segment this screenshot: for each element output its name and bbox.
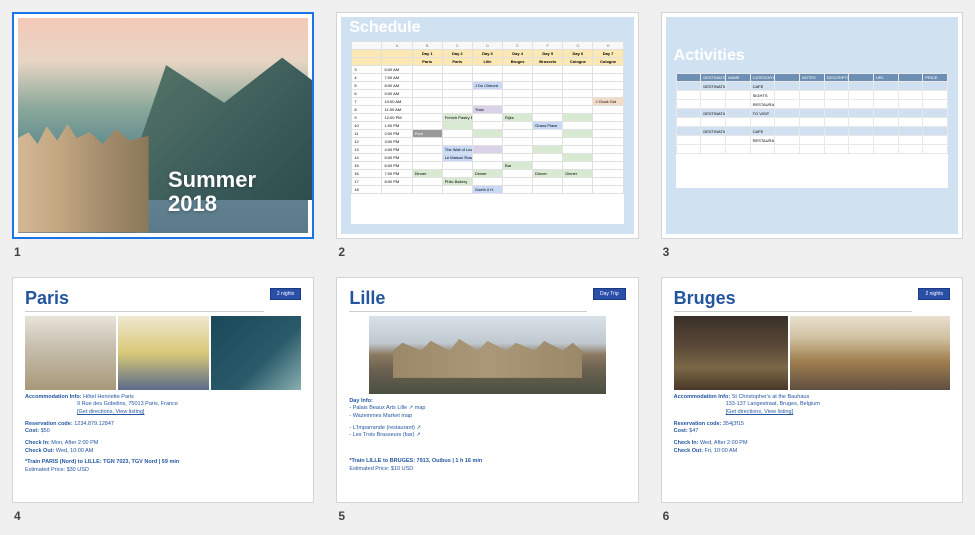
photo-3 (211, 316, 302, 390)
photo-1 (674, 316, 788, 390)
accommodation-info: Accommodation Info: Hôtel Henriette Pari… (25, 394, 301, 475)
slide-number: 5 (336, 509, 638, 523)
slide-2-schedule: Schedule ABCDEFGH Day 1Day 2Day 3Day 4Da… (336, 12, 638, 239)
city-title: Paris (25, 288, 264, 312)
slide-number: 4 (12, 509, 314, 523)
slide-number: 2 (336, 245, 638, 259)
slide-number: 6 (661, 509, 963, 523)
city-title: Lille (349, 288, 587, 312)
photo-2 (118, 316, 209, 390)
nights-badge: 2 nights (270, 288, 302, 300)
photo-lille (369, 316, 605, 394)
slide-thumbnail-6[interactable]: Bruges 2 nights Accommodation Info: St C… (661, 277, 963, 524)
slide-number: 3 (661, 245, 963, 259)
photo-row (674, 316, 950, 390)
photo-row (349, 316, 625, 394)
slide-4-paris: Paris 2 nights Accommodation Info: Hôtel… (12, 277, 314, 504)
slide-grid: Summer 2018 1 Schedule ABCDEFGH Day 1Day… (12, 12, 963, 523)
daytrip-badge: Day Trip (593, 288, 626, 300)
slide-6-bruges: Bruges 2 nights Accommodation Info: St C… (661, 277, 963, 504)
photo-1 (25, 316, 116, 390)
photo-2 (790, 316, 950, 390)
slide-thumbnail-5[interactable]: Lille Day Trip Day Info: - Palais Beaux … (336, 277, 638, 524)
slide-thumbnail-3[interactable]: Activities DESTINATIONNAMECATEGORYNOTESD… (661, 12, 963, 259)
slide-number: 1 (12, 245, 314, 259)
slide-5-lille: Lille Day Trip Day Info: - Palais Beaux … (336, 277, 638, 504)
schedule-title: Schedule (337, 13, 637, 41)
activities-spreadsheet: DESTINATIONNAMECATEGORYNOTESDESCRIPTIONU… (676, 73, 948, 188)
slide-1-cover: Summer 2018 (12, 12, 314, 239)
slide-thumbnail-1[interactable]: Summer 2018 1 (12, 12, 314, 259)
presentation-title: Summer 2018 (18, 168, 256, 232)
slide-thumbnail-4[interactable]: Paris 2 nights Accommodation Info: Hôtel… (12, 277, 314, 524)
photo-row (25, 316, 301, 390)
slide-thumbnail-2[interactable]: Schedule ABCDEFGH Day 1Day 2Day 3Day 4Da… (336, 12, 638, 259)
slide-3-activities: Activities DESTINATIONNAMECATEGORYNOTESD… (661, 12, 963, 239)
schedule-spreadsheet: ABCDEFGH Day 1Day 2Day 3Day 4Day 5Day 6D… (351, 41, 623, 224)
day-info: Day Info: - Palais Beaux Arts Lille ↗ ma… (349, 398, 625, 474)
cover-image: Summer 2018 (18, 18, 308, 233)
activities-title: Activities (662, 13, 962, 69)
nights-badge: 2 nights (918, 288, 950, 300)
accommodation-info: Accommodation Info: St Christopher's at … (674, 394, 950, 460)
city-title: Bruges (674, 288, 913, 312)
